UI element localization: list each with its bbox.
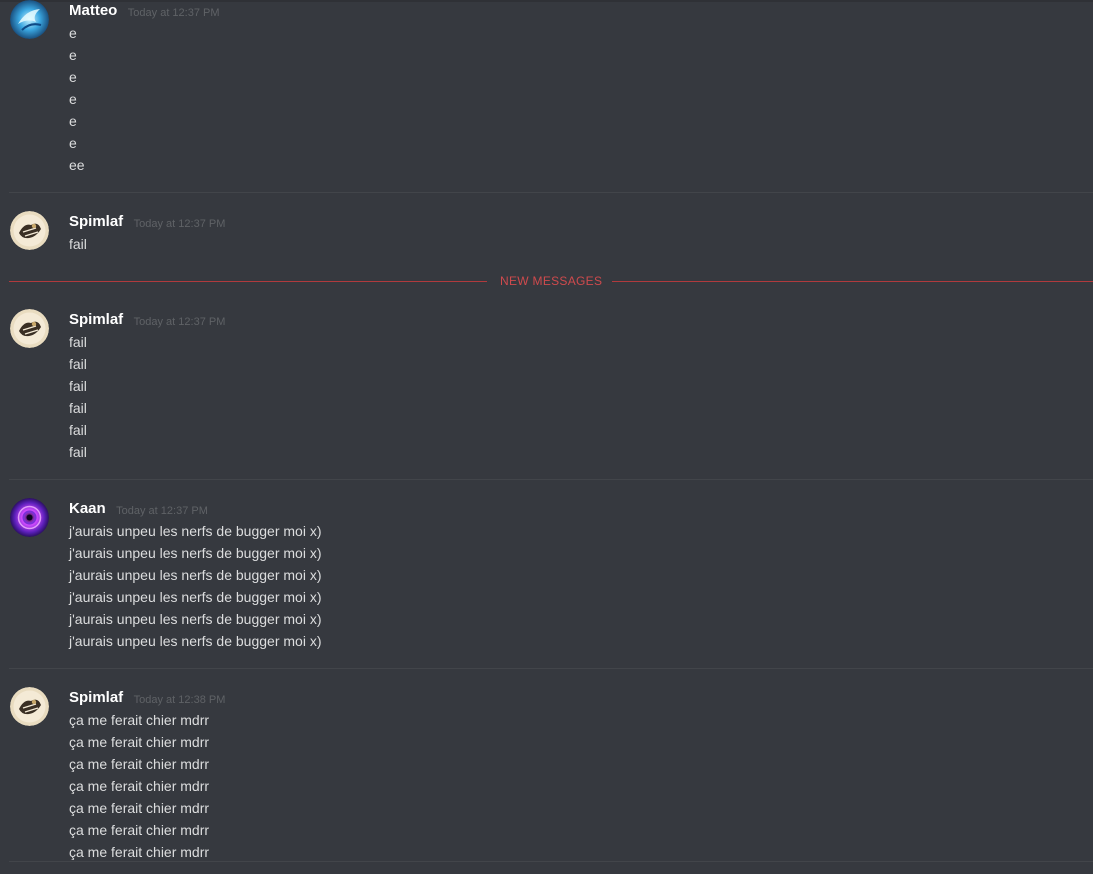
purple-vortex-avatar-icon[interactable] <box>10 498 49 537</box>
message-text: e <box>69 69 77 85</box>
timestamp: Today at 12:37 PM <box>116 505 208 517</box>
message-text: j'aurais unpeu les nerfs de bugger moi x… <box>69 611 322 627</box>
username[interactable]: Kaan <box>69 499 106 519</box>
message-lines: fail <box>69 233 87 255</box>
username[interactable]: Spimlaf <box>69 688 123 708</box>
new-messages-label: NEW MESSAGES <box>500 274 603 288</box>
message-text: fail <box>69 422 87 438</box>
chat-messages-area[interactable]: Matteo Today at 12:37 PM e e e e e e ee … <box>0 0 1093 874</box>
message-text: ça me ferait chier mdrr <box>69 778 210 794</box>
message-text: ça me ferait chier mdrr <box>69 800 210 816</box>
message-group-divider <box>9 479 1093 480</box>
message-lines: fail fail fail fail fail fail <box>69 331 87 463</box>
message-text: ça me ferait chier mdrr <box>69 822 210 838</box>
timestamp: Today at 12:37 PM <box>133 316 226 328</box>
message-text: j'aurais unpeu les nerfs de bugger moi x… <box>69 545 322 561</box>
message-text: ça me ferait chier mdrr <box>69 756 210 772</box>
message-header: Matteo Today at 12:37 PM <box>69 0 220 22</box>
message-text: e <box>69 113 77 129</box>
timestamp: Today at 12:38 PM <box>133 694 226 706</box>
message-text: fail <box>69 356 87 372</box>
new-messages-divider: NEW MESSAGES <box>9 270 1093 292</box>
message-text: e <box>69 135 77 151</box>
message-text: e <box>69 91 77 107</box>
message-text: ça me ferait chier mdrr <box>69 734 210 750</box>
message-text: e <box>69 25 77 41</box>
message-text: fail <box>69 334 87 350</box>
message-group-divider <box>9 192 1093 193</box>
username[interactable]: Matteo <box>69 1 117 21</box>
message-header: Spimlaf Today at 12:38 PM <box>69 687 225 709</box>
message-text: j'aurais unpeu les nerfs de bugger moi x… <box>69 567 322 583</box>
message-text: fail <box>69 444 87 460</box>
message-text: ee <box>69 157 85 173</box>
username[interactable]: Spimlaf <box>69 212 123 232</box>
drawing-avatar-icon[interactable] <box>10 211 49 250</box>
drawing-avatar-icon[interactable] <box>10 309 49 348</box>
message-lines: ça me ferait chier mdrr ça me ferait chi… <box>69 709 209 863</box>
message-text: j'aurais unpeu les nerfs de bugger moi x… <box>69 523 322 539</box>
message-text: fail <box>69 378 87 394</box>
message-text: ça me ferait chier mdrr <box>69 712 210 728</box>
timestamp: Today at 12:37 PM <box>127 7 220 19</box>
message-header: Spimlaf Today at 12:37 PM <box>69 211 225 233</box>
message-text: j'aurais unpeu les nerfs de bugger moi x… <box>69 589 322 605</box>
message-text: fail <box>69 400 87 416</box>
message-text: j'aurais unpeu les nerfs de bugger moi x… <box>69 633 322 649</box>
new-messages-line-right <box>612 281 1093 282</box>
drawing-avatar-icon[interactable] <box>10 687 49 726</box>
new-messages-line-left <box>9 281 487 282</box>
message-group-divider <box>9 861 1093 862</box>
message-text: e <box>69 47 77 63</box>
username[interactable]: Spimlaf <box>69 310 123 330</box>
message-lines: j'aurais unpeu les nerfs de bugger moi x… <box>69 520 321 652</box>
message-header: Kaan Today at 12:37 PM <box>69 498 208 520</box>
message-text: fail <box>69 236 87 252</box>
message-header: Spimlaf Today at 12:37 PM <box>69 309 225 331</box>
blue-dragon-avatar-icon[interactable] <box>10 0 49 39</box>
message-lines: e e e e e e ee <box>69 22 85 176</box>
message-group-divider <box>9 668 1093 669</box>
message-text: ça me ferait chier mdrr <box>69 844 210 860</box>
timestamp: Today at 12:37 PM <box>133 218 226 230</box>
